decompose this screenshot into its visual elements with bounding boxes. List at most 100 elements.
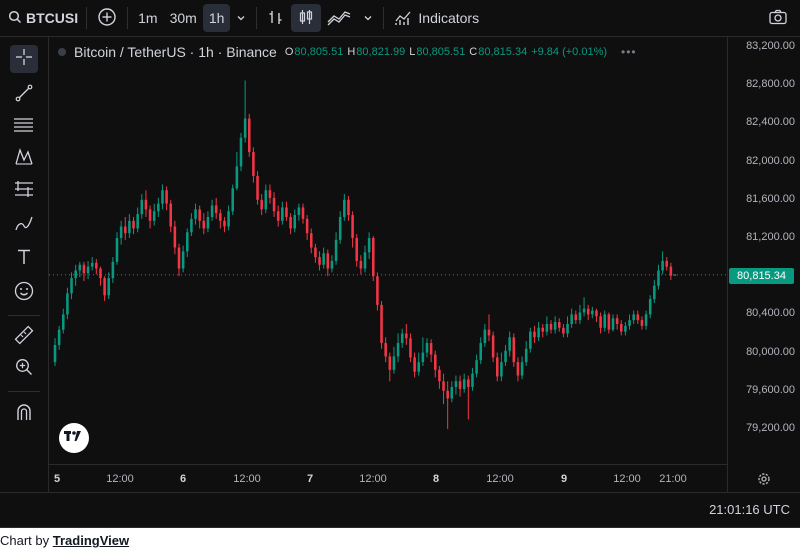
candle-body: [256, 175, 259, 200]
candle: [95, 259, 98, 275]
candle: [103, 276, 106, 302]
tv-logo-icon: [64, 429, 84, 447]
indicators-button[interactable]: Indicators: [388, 4, 485, 32]
candle: [239, 132, 243, 172]
legend-collapse-dot[interactable]: [58, 48, 66, 56]
candle-body: [264, 190, 268, 210]
candle-body: [314, 247, 317, 258]
add-symbol-button[interactable]: [91, 4, 123, 32]
candle: [260, 194, 263, 216]
candle-body: [74, 270, 77, 279]
candle-body: [446, 390, 449, 399]
legend-more-icon[interactable]: •••: [621, 45, 637, 59]
candle-body: [433, 354, 437, 370]
candle: [235, 152, 239, 191]
price-axis[interactable]: 83,200.00 82,800.00 82,400.00 82,000.00 81,6…: [727, 37, 800, 492]
chart-type-dropdown-button[interactable]: [357, 4, 379, 32]
interval-1m[interactable]: 1m: [132, 4, 163, 32]
candle: [384, 337, 387, 363]
brush-tool[interactable]: [10, 211, 38, 239]
magnet-tool[interactable]: [10, 401, 38, 429]
candle-body: [359, 260, 363, 269]
snapshot-button[interactable]: [762, 4, 794, 32]
time-tick-label: 12:00: [106, 473, 134, 485]
toolbar-divider: [383, 7, 385, 29]
candle-body: [421, 352, 425, 363]
candles-button[interactable]: [291, 4, 322, 32]
candle: [595, 308, 598, 323]
candle: [512, 333, 516, 367]
candle-body: [334, 239, 338, 261]
candle: [61, 308, 65, 334]
fib-tool[interactable]: [10, 113, 38, 141]
candle: [508, 331, 511, 357]
candle-body: [330, 260, 334, 269]
candle-body: [396, 343, 400, 357]
candle-body: [363, 252, 367, 269]
candle-body: [400, 333, 404, 344]
candle: [413, 352, 416, 378]
candle: [74, 264, 77, 286]
symbol-search[interactable]: BTCUSI: [4, 4, 82, 32]
trendline-tool[interactable]: [10, 81, 38, 109]
candle: [442, 373, 445, 405]
candle: [53, 338, 57, 366]
emoji-tool[interactable]: [10, 279, 38, 307]
prediction-icon: [13, 179, 35, 204]
interval-30m[interactable]: 30m: [164, 4, 203, 32]
candle-body: [99, 268, 102, 279]
area-chart-button[interactable]: [321, 4, 357, 32]
legend-close-value: 80,815.34: [478, 46, 528, 58]
top-toolbar: BTCUSI 1m 30m 1h Indicators: [0, 0, 800, 37]
tradingview-link[interactable]: TradingView: [53, 533, 129, 548]
candle: [276, 205, 280, 227]
candle: [231, 184, 235, 216]
utc-clock[interactable]: 21:01:16 UTC: [709, 502, 790, 517]
pattern-tool[interactable]: [10, 145, 38, 173]
footer-attribution: Chart by TradingView: [0, 533, 129, 548]
chart-plot-area[interactable]: [49, 37, 727, 492]
bar-chart-button[interactable]: [261, 4, 291, 32]
chart-settings-button[interactable]: [756, 471, 772, 487]
candle-body: [537, 327, 540, 338]
text-tool[interactable]: [10, 245, 38, 273]
candle: [657, 264, 660, 290]
candle-body: [524, 348, 528, 363]
candle-body: [165, 190, 168, 204]
candle-body: [413, 357, 416, 372]
candle-body: [90, 262, 94, 267]
candle: [140, 194, 144, 219]
candle: [624, 322, 627, 336]
prediction-tool[interactable]: [10, 177, 38, 205]
candle-body: [442, 381, 445, 391]
candle: [504, 344, 507, 366]
candle-body: [231, 188, 235, 212]
interval-dropdown-button[interactable]: [230, 4, 252, 32]
candle-body: [599, 316, 602, 328]
candle-body: [115, 238, 119, 262]
candle-body: [628, 320, 631, 326]
candle-body: [78, 264, 82, 271]
candle: [446, 381, 449, 429]
pattern-icon: [13, 146, 35, 173]
candle: [603, 310, 607, 332]
candle: [243, 80, 247, 143]
candle: [206, 211, 210, 233]
candle: [557, 318, 561, 332]
price-tick-label: 83,200.00: [746, 40, 795, 52]
candle-body: [152, 211, 156, 221]
candle-body: [611, 318, 615, 330]
ruler-tool[interactable]: [10, 323, 38, 351]
area-chart-icon: [327, 8, 351, 29]
symbol-label: BTCUSI: [26, 10, 79, 26]
interval-1h[interactable]: 1h: [202, 4, 231, 32]
crosshair-tool[interactable]: [10, 45, 38, 73]
candle-body: [648, 299, 652, 315]
candle: [136, 207, 139, 233]
tradingview-logo[interactable]: [59, 423, 89, 453]
drawing-toolbar: [0, 37, 49, 492]
zoom-tool[interactable]: [10, 355, 38, 383]
candle-body: [471, 373, 474, 387]
time-axis[interactable]: 5 12:00 6 12:00 7 12:00 8 12:00 9 12:00 21:00: [49, 464, 727, 493]
candle: [376, 272, 379, 311]
